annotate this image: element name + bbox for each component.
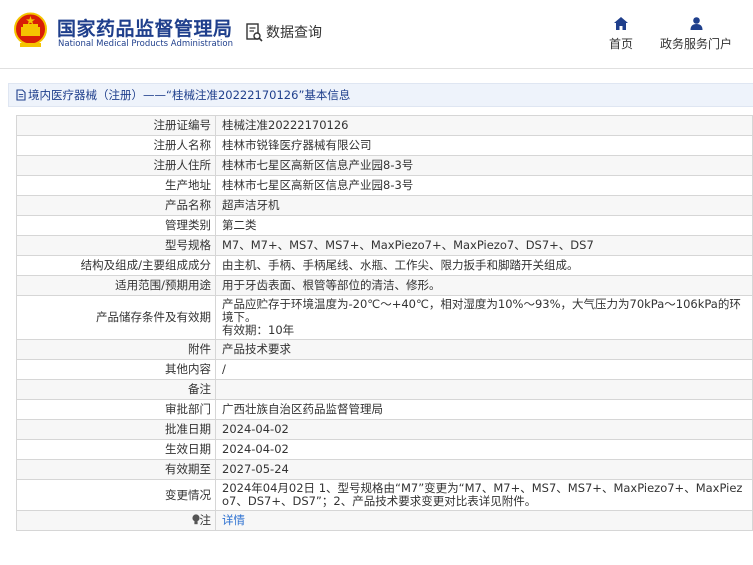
field-label: 变更情况 [16,479,216,511]
field-value: 2024-04-02 [215,419,753,440]
details-link[interactable]: 详情 [222,513,245,527]
field-label: 注 [16,510,216,531]
field-label: 审批部门 [16,399,216,420]
field-value: 桂林市锐锋医疗器械有限公司 [215,135,753,156]
table-row: 型号规格 M7、M7+、MS7、MS7+、MaxPiezo7+、MaxPiezo7… [16,235,753,256]
nav-home[interactable]: 首页 [606,17,636,52]
data-query-link[interactable]: 数据查询 [246,22,322,42]
national-emblem-icon [14,12,47,47]
field-value: 桂械注准20222170126 [215,115,753,136]
table-row: 备注 [16,379,753,400]
field-value [215,379,753,400]
table-row: 注册人名称 桂林市锐锋医疗器械有限公司 [16,135,753,156]
table-row: 生产地址 桂林市七星区高新区信息产业园8-3号 [16,175,753,196]
table-row: 其他内容 / [16,359,753,380]
data-query-label: 数据查询 [266,25,322,41]
table-row: 有效期至 2027-05-24 [16,459,753,480]
field-value: 2027-05-24 [215,459,753,480]
field-value: 2024-04-02 [215,439,753,460]
storage-conditions-text: 产品应贮存于环境温度为-20℃～+40℃，相对湿度为10%～93%，大气压力为7… [222,297,741,324]
table-row: 附件 产品技术要求 [16,339,753,360]
field-value: 第二类 [215,215,753,236]
table-row: 适用范围/预期用途 用于牙齿表面、根管等部位的清洁、修形。 [16,275,753,296]
field-label: 注册证编号 [16,115,216,136]
document-search-icon [246,22,263,42]
field-value: 超声洁牙机 [215,195,753,216]
field-label: 有效期至 [16,459,216,480]
site-name-en: National Medical Products Administration [58,39,233,49]
table-row: 批准日期 2024-04-02 [16,419,753,440]
nav-service-portal[interactable]: 政务服务门户 [656,17,736,52]
field-label: 管理类别 [16,215,216,236]
field-value: 由主机、手柄、手柄尾线、水瓶、工作尖、限力扳手和脚踏开关组成。 [215,255,753,276]
table-row: 注 详情 [16,510,753,531]
header-divider [0,68,753,69]
registration-detail-table: 注册证编号 桂械注准20222170126 注册人名称 桂林市锐锋医疗器械有限公司 … [16,115,753,531]
field-label: 适用范围/预期用途 [16,275,216,296]
field-value: 产品应贮存于环境温度为-20℃～+40℃，相对湿度为10%～93%，大气压力为7… [215,295,753,340]
document-icon [16,89,26,101]
table-row: 生效日期 2024-04-02 [16,439,753,460]
field-value: 桂林市七星区高新区信息产业园8-3号 [215,155,753,176]
lightbulb-icon [191,514,200,525]
field-label: 批准日期 [16,419,216,440]
field-label: 附件 [16,339,216,360]
field-label: 生产地址 [16,175,216,196]
table-row: 变更情况 2024年04月02日 1、型号规格由“M7”变更为“M7、M7+、MS… [16,479,753,511]
field-value: 2024年04月02日 1、型号规格由“M7”变更为“M7、M7+、MS7、MS… [215,479,753,511]
validity-period-text: 有效期：10年 [222,323,295,337]
field-label: 备注 [16,379,216,400]
table-row: 产品名称 超声洁牙机 [16,195,753,216]
table-row: 审批部门 广西壮族自治区药品监督管理局 [16,399,753,420]
table-row: 注册证编号 桂械注准20222170126 [16,115,753,136]
field-value: M7、M7+、MS7、MS7+、MaxPiezo7+、MaxPiezo7、DS7… [215,235,753,256]
nav-service-portal-label: 政务服务门户 [659,37,732,51]
field-label: 生效日期 [16,439,216,460]
record-title-bar: 境内医疗器械（注册）——“桂械注准20222170126”基本信息 [8,83,753,107]
field-value: 桂林市七星区高新区信息产业园8-3号 [215,175,753,196]
field-value: 广西壮族自治区药品监督管理局 [215,399,753,420]
nav-home-label: 首页 [608,37,633,51]
field-label: 产品名称 [16,195,216,216]
field-label: 注册人名称 [16,135,216,156]
record-title: 境内医疗器械（注册）——“桂械注准20222170126”基本信息 [28,88,351,102]
field-value: 产品技术要求 [215,339,753,360]
field-label: 注册人住所 [16,155,216,176]
field-label: 其他内容 [16,359,216,380]
user-icon [690,17,702,30]
table-row: 注册人住所 桂林市七星区高新区信息产业园8-3号 [16,155,753,176]
home-icon [614,17,628,30]
field-label: 产品储存条件及有效期 [16,295,216,340]
field-value: 详情 [215,510,753,531]
field-value: / [215,359,753,380]
site-name-cn[interactable]: 国家药品监督管理局 [57,14,233,41]
table-row: 管理类别 第二类 [16,215,753,236]
field-value: 用于牙齿表面、根管等部位的清洁、修形。 [215,275,753,296]
field-label: 型号规格 [16,235,216,256]
field-label: 结构及组成/主要组成成分 [16,255,216,276]
table-row: 结构及组成/主要组成成分 由主机、手柄、手柄尾线、水瓶、工作尖、限力扳手和脚踏开关… [16,255,753,276]
table-row: 产品储存条件及有效期 产品应贮存于环境温度为-20℃～+40℃，相对湿度为10%～… [16,295,753,340]
note-label: 注 [199,513,212,527]
site-header: 国家药品监督管理局 National Medical Products Admi… [0,0,753,68]
